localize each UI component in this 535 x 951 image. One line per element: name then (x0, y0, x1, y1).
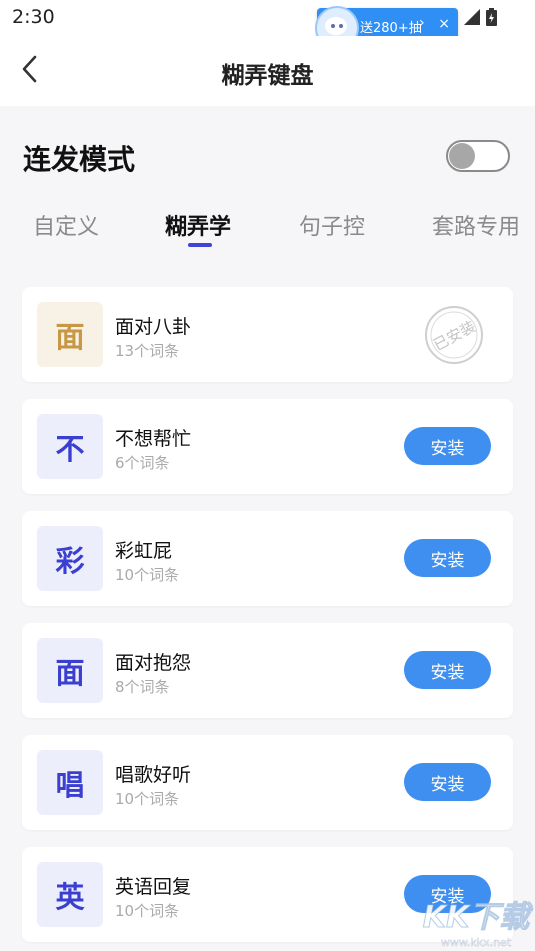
pack-icon: 面 (37, 638, 103, 703)
tab-indicator (188, 243, 212, 247)
tab-routine[interactable]: 套路专用 (432, 209, 520, 241)
pack-title: 不想帮忙 (115, 428, 192, 450)
burst-mode-toggle[interactable] (446, 140, 510, 172)
tab-sentence[interactable]: 句子控 (299, 209, 365, 241)
pack-count: 6个词条 (115, 454, 170, 472)
signal-icon (464, 9, 480, 25)
tab-fooling[interactable]: 糊弄学 (165, 209, 231, 241)
installed-stamp: 已安装 (425, 306, 483, 364)
pack-count: 10个词条 (115, 566, 180, 584)
pack-count: 10个词条 (115, 790, 180, 808)
pack-icon: 彩 (37, 526, 103, 591)
watermark-url: www.kkx.net (441, 936, 512, 949)
toggle-knob (449, 143, 475, 169)
tab-custom[interactable]: 自定义 (33, 209, 99, 241)
pack-count: 8个词条 (115, 678, 170, 696)
page-title: 糊弄键盘 (221, 63, 314, 89)
install-button[interactable]: 安装 (404, 427, 491, 465)
pack-icon: 面 (37, 302, 103, 367)
install-button[interactable]: 安装 (404, 651, 491, 689)
chevron-right-icon: › (419, 15, 425, 31)
promo-text: 送280+抽 (360, 21, 422, 36)
watermark-logo: KK下载 www.kkx.net (422, 900, 533, 950)
install-button[interactable]: 安装 (404, 763, 491, 801)
list-item[interactable]: 彩 彩虹屁 10个词条 安装 (22, 511, 513, 606)
watermark-logo-text: KK下载 (423, 900, 533, 935)
installed-stamp-label: 已安装 (430, 317, 478, 354)
close-icon[interactable]: × (438, 16, 450, 32)
list-item[interactable]: 不 不想帮忙 6个词条 安装 (22, 399, 513, 494)
list-item[interactable]: 面 面对八卦 13个词条 已安装 (22, 287, 513, 382)
pack-title: 唱歌好听 (115, 764, 192, 786)
status-time: 2:30 (12, 6, 55, 28)
title-bar: 糊弄键盘 (0, 36, 535, 106)
list-item[interactable]: 面 面对抱怨 8个词条 安装 (22, 623, 513, 718)
pack-title: 英语回复 (115, 876, 192, 898)
burst-mode-label: 连发模式 (23, 143, 136, 176)
battery-icon (486, 8, 497, 26)
pack-icon: 唱 (37, 750, 103, 815)
pack-title: 彩虹屁 (115, 540, 173, 562)
category-tabs: 自定义 糊弄学 句子控 套路专用 (0, 205, 535, 250)
pack-count: 13个词条 (115, 342, 180, 360)
pack-count: 10个词条 (115, 902, 180, 920)
list-item[interactable]: 唱 唱歌好听 10个词条 安装 (22, 735, 513, 830)
status-icons (458, 8, 497, 26)
pack-title: 面对八卦 (115, 316, 192, 338)
pack-title: 面对抱怨 (115, 652, 192, 674)
pack-icon: 英 (37, 862, 103, 927)
pack-icon: 不 (37, 414, 103, 479)
install-button[interactable]: 安装 (404, 539, 491, 577)
